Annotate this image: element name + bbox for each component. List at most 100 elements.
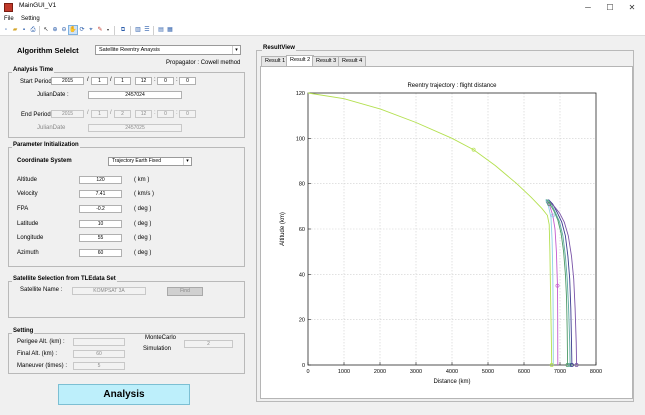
algorithm-select-value: Satellite Reentry Anaysis [99,47,160,53]
maneuver-field[interactable]: 5 [73,362,125,370]
end-hour-field[interactable]: 12 [135,110,152,118]
tab-result-1[interactable]: Result 1 [261,56,290,66]
start-hour-field[interactable]: 12 [135,77,152,85]
x-tick-label: 6000 [518,369,530,375]
insert-legend-icon[interactable]: ☰ [143,26,151,34]
julian-date-label: JulianDate : [37,92,69,98]
start-day-field[interactable]: 1 [114,77,131,85]
x-tick-label: 1000 [338,369,350,375]
new-file-icon[interactable]: ▫ [2,26,10,34]
azimuth-field[interactable]: 60 [79,249,122,257]
x-tick-label: 8000 [590,369,602,375]
start-month-field[interactable]: 1 [91,77,108,85]
end-minute-field[interactable]: 0 [157,110,174,118]
minimize-button[interactable]: ─ [578,1,598,14]
y-tick-label: 120 [296,91,305,97]
algorithm-select[interactable]: Satellite Reentry Anaysis ▾ [95,45,241,55]
analysis-time-title: Analysis Time [12,67,55,73]
coordinate-system-label: Coordinate System [17,158,72,164]
fpa-label: FPA [17,206,29,212]
final-alt-label: Final Alt. (km) : [17,351,58,357]
link-plot-icon[interactable]: ⧉ [119,26,127,34]
start-second-field[interactable]: 0 [179,77,196,85]
fpa-field[interactable]: -0.2 [79,205,122,213]
velocity-field[interactable]: 7.41 [79,190,122,198]
coordinate-system-select[interactable]: Trajectory Earth Fixed ▾ [108,157,192,166]
montecarlo-field[interactable]: 2 [184,340,233,348]
algorithm-label: Algorithm Selelct [17,46,79,55]
pointer-icon[interactable]: ↖ [42,26,50,34]
maximize-button[interactable]: ☐ [600,1,620,14]
x-tick-label: 4000 [446,369,458,375]
latitude-unit: ( deg ) [134,221,152,227]
longitude-field[interactable]: 55 [79,234,122,242]
print-icon[interactable]: ⎙ [29,26,37,34]
rotate-icon[interactable]: ⟳ [78,26,86,34]
perigee-alt-field[interactable] [73,338,125,346]
toolbar: ▫ ▰ ▪ ⎙ ↖ ⊕ ⊖ ✋ ⟳ ⌖ ✎ ▾ ⧉ ▥ ☰ ▤ ▦ [0,25,645,36]
pan-icon[interactable]: ✋ [68,25,78,35]
start-minute-field[interactable]: 0 [157,77,174,85]
brush-dropdown-icon[interactable]: ▾ [104,26,112,34]
open-folder-icon[interactable]: ▰ [11,26,19,34]
date-separator: / [87,77,89,83]
end-month-field[interactable]: 1 [91,110,108,118]
start-year-field[interactable]: 2015 [51,77,84,85]
zoom-in-icon[interactable]: ⊕ [51,26,59,34]
brush-icon[interactable]: ✎ [96,26,104,34]
satellite-name-field[interactable]: KOMPSAT 3A [72,287,146,295]
satellite-name-label: Satellite Name : [20,287,63,293]
result-plot-panel: Reentry trajectory : flight distance 0 10… [260,66,633,399]
end-period-label: End Period : [21,112,55,118]
x-tick-label: 3000 [410,369,422,375]
latitude-label: Latitude [17,221,39,227]
date-separator: / [110,77,112,83]
toolbar-separator [39,26,40,35]
close-button[interactable]: ✕ [622,1,642,14]
propagator-label: Propagator : Cowell method [166,60,241,66]
time-separator: : [154,77,156,83]
chevron-down-icon: ▾ [232,46,240,54]
tab-result-4[interactable]: Result 4 [338,56,367,66]
result-view-title: ResultView [262,45,296,51]
altitude-field[interactable]: 120 [79,176,122,184]
hide-plot-tools-icon[interactable]: ▤ [157,26,165,34]
velocity-label: Velocity [17,191,38,197]
date-separator: / [87,110,89,116]
zoom-out-icon[interactable]: ⊖ [60,26,68,34]
julian-end-field[interactable]: 2457025 [88,124,182,132]
data-cursor-icon[interactable]: ⌖ [87,26,95,34]
date-separator: / [110,110,112,116]
y-tick-label: 40 [299,272,305,278]
y-tick-label: 0 [302,363,305,369]
tab-result-3[interactable]: Result 3 [312,56,341,66]
end-second-field[interactable]: 0 [179,110,196,118]
montecarlo-label: MonteCarlo [145,335,177,341]
parameter-init-title: Parameter Initialization [12,142,80,148]
end-day-field[interactable]: 2 [114,110,131,118]
velocity-unit: ( km/s ) [134,191,154,197]
app-icon [4,3,13,12]
longitude-label: Longitude [17,235,44,241]
show-plot-tools-icon[interactable]: ▦ [166,26,174,34]
insert-colorbar-icon[interactable]: ▥ [134,26,142,34]
menu-setting[interactable]: Setting [21,16,40,22]
menu-file[interactable]: File [4,16,14,22]
window-title: MainGUI_V1 [19,2,57,9]
latitude-field[interactable]: 10 [79,220,122,228]
analysis-button[interactable]: Analysis [58,384,190,405]
end-year-field[interactable]: 2015 [51,110,84,118]
fpa-unit: ( deg ) [134,206,152,212]
chart-title: Reentry trajectory : flight distance [407,83,497,89]
chart-ticks: 0 1000 2000 3000 4000 5000 6000 7000 8000 0 20 40 60… [296,91,602,375]
perigee-alt-label: Perigee Alt. (km) : [17,339,65,345]
trajectory-line [546,201,559,366]
y-axis-label: Altitude (km) [280,212,286,246]
x-tick-label: 0 [306,369,309,375]
toolbar-separator [114,26,115,35]
toolbar-separator [153,26,154,35]
save-icon[interactable]: ▪ [20,26,28,34]
julian-date-field[interactable]: 2457024 [88,91,182,99]
find-button[interactable]: Find [167,287,203,296]
final-alt-field[interactable]: 60 [73,350,125,358]
